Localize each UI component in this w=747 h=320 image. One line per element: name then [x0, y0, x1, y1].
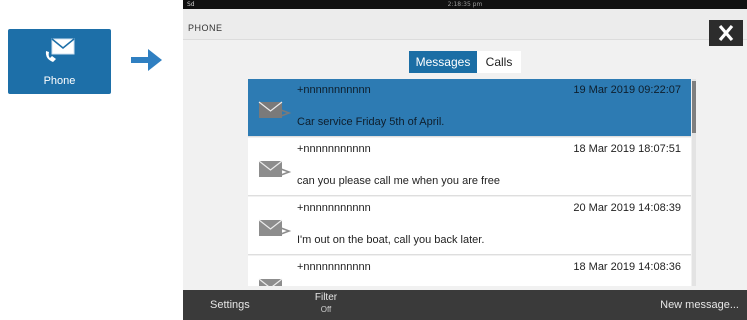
status-time: 2:18:35 pm — [447, 1, 483, 8]
tab-messages[interactable]: Messages — [409, 51, 477, 73]
message-date: 18 Mar 2019 18:07:51 — [573, 143, 681, 155]
filter-button[interactable]: Filter Off — [311, 292, 341, 316]
scrollbar[interactable] — [692, 79, 696, 286]
envelope-icon — [258, 219, 292, 236]
new-message-button[interactable]: New message... — [660, 299, 739, 311]
right-arrow-icon — [131, 49, 162, 71]
message-date: 19 Mar 2019 09:22:07 — [573, 84, 681, 96]
status-bar: Sd 2:18:35 pm — [183, 0, 747, 9]
settings-button[interactable]: Settings — [210, 299, 250, 311]
phone-tile-label: Phone — [43, 75, 76, 87]
scrollbar-thumb[interactable] — [692, 81, 696, 133]
close-button[interactable] — [709, 20, 743, 46]
envelope-icon — [258, 278, 283, 286]
message-date: 20 Mar 2019 14:08:39 — [573, 202, 681, 214]
filter-label: Filter — [314, 292, 338, 303]
phone-message-icon — [45, 38, 75, 62]
list-item[interactable]: +nnnnnnnnnnn 19 Mar 2019 09:22:07 Car se… — [248, 79, 691, 137]
tab-calls[interactable]: Calls — [477, 51, 521, 73]
message-sender: +nnnnnnnnnnn — [297, 261, 371, 273]
tab-bar: Messages Calls — [409, 51, 521, 73]
envelope-icon — [258, 101, 292, 118]
page-title: PHONE — [188, 23, 223, 33]
message-sender: +nnnnnnnnnnn — [297, 84, 371, 96]
message-preview: can you please call me when you are free — [297, 175, 501, 187]
phone-app-tile[interactable]: Phone — [8, 29, 111, 94]
envelope-icon — [258, 160, 292, 177]
phone-screen: Sd 2:18:35 pm PHONE Messages Calls +nnnn… — [183, 0, 747, 320]
list-item[interactable]: +nnnnnnnnnnn 18 Mar 2019 18:07:51 can yo… — [248, 138, 691, 196]
list-item[interactable]: +nnnnnnnnnnn 18 Mar 2019 14:08:36 — [248, 256, 691, 286]
list-item[interactable]: +nnnnnnnnnnn 20 Mar 2019 14:08:39 I'm ou… — [248, 197, 691, 255]
message-date: 18 Mar 2019 14:08:36 — [573, 261, 681, 273]
message-sender: +nnnnnnnnnnn — [297, 202, 371, 214]
message-sender: +nnnnnnnnnnn — [297, 143, 371, 155]
message-preview: Car service Friday 5th of April. — [297, 116, 445, 128]
message-list: +nnnnnnnnnnn 19 Mar 2019 09:22:07 Car se… — [248, 79, 691, 286]
title-bar: PHONE — [183, 9, 747, 40]
close-icon — [718, 24, 734, 42]
bottom-toolbar: Settings Filter Off New message... — [183, 290, 747, 320]
message-preview: I'm out on the boat, call you back later… — [297, 234, 485, 246]
filter-value: Off — [320, 305, 332, 314]
